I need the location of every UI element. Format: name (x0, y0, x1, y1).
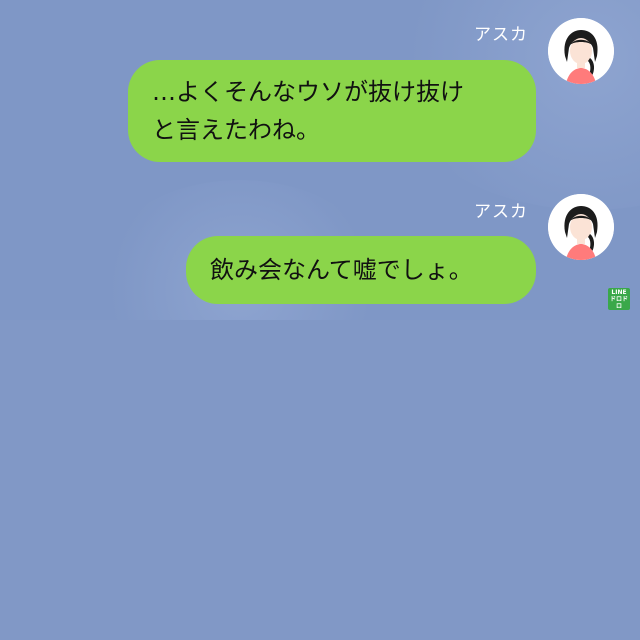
sender-name: アスカ (474, 202, 528, 222)
message-text: と言えたわね。 (152, 116, 320, 144)
woman-avatar-icon[interactable] (548, 18, 614, 84)
badge-text: ドロドロ (609, 295, 628, 310)
sender-name: アスカ (474, 25, 528, 45)
message-text: 飲み会なんて嘘でしょ。 (210, 256, 473, 284)
woman-avatar-icon[interactable] (548, 194, 614, 260)
chat-screenshot-area: アスカ …よくそんなウソが抜け抜け と言えたわね。 アスカ 飲み会なんて嘘でしょ… (0, 0, 640, 320)
message-bubble[interactable]: …よくそんなウソが抜け抜け と言えたわね。 (128, 60, 536, 162)
line-doro-badge-logo: LINE ドロドロ (608, 288, 630, 310)
badge-text: LINE (611, 288, 627, 296)
message-bubble[interactable]: 飲み会なんて嘘でしょ。 (186, 236, 536, 304)
message-text: …よくそんなウソが抜け抜け (152, 78, 464, 106)
